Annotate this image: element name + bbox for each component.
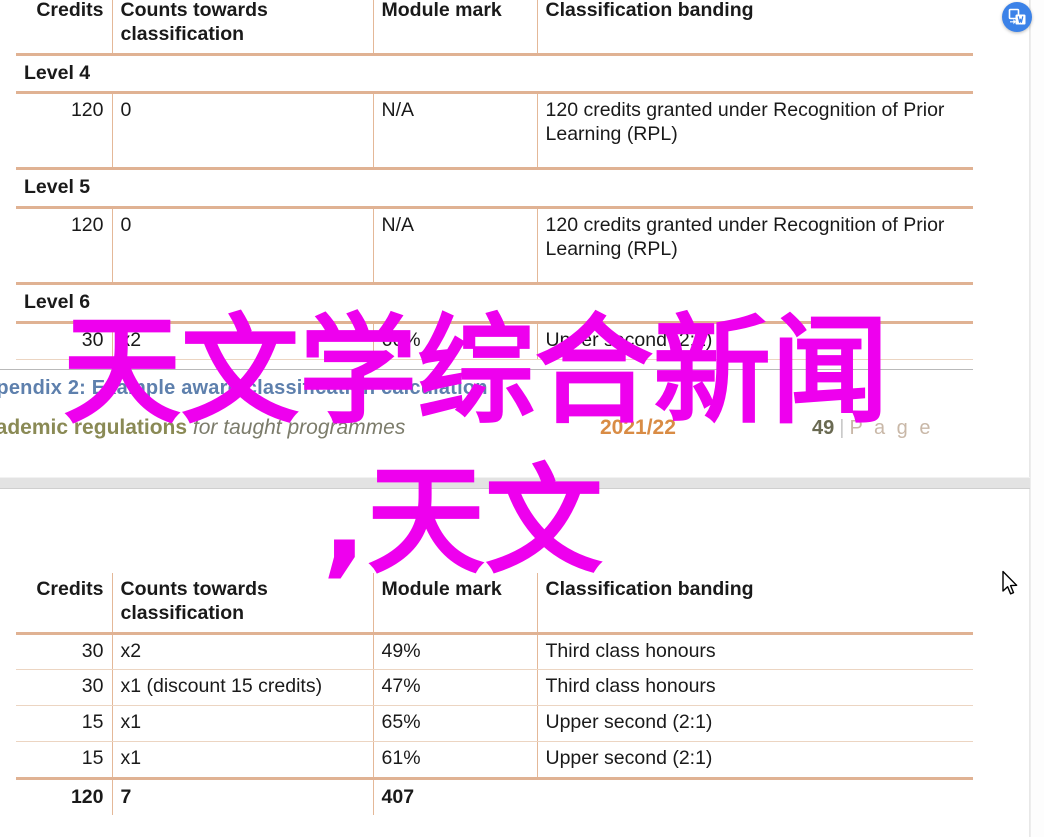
table-row: 30 x1 (discount 15 credits) 47% Third cl… [16, 669, 973, 707]
footer-page-indicator: 49 | P a g e [812, 417, 933, 440]
document-page-upper: Credits Counts towards classification Mo… [0, 0, 1030, 483]
cell-total-counts: 7 [111, 778, 373, 816]
col-header-banding: Classification banding [536, 573, 973, 635]
cell-credits: 30 [16, 669, 112, 707]
cell-module-mark: 61% [372, 741, 537, 780]
classification-table-upper: Credits Counts towards classification Mo… [16, 0, 973, 360]
footer-regulations-bold: cademic regulations [0, 416, 188, 439]
col-header-module-mark: Module mark [372, 573, 537, 635]
cell-banding: Third class honours [536, 669, 973, 707]
cell-module-mark: 49% [372, 633, 537, 671]
page-break-divider [0, 477, 1044, 489]
classification-table-lower: Credits Counts towards classification Mo… [16, 573, 973, 816]
table-header-row: Credits Counts towards classification Mo… [16, 0, 973, 56]
table-total-row: 120 7 407 [16, 778, 973, 816]
level-label: Level 5 [16, 168, 973, 210]
level-label: Level 6 [16, 283, 973, 324]
col-header-credits: Credits [16, 573, 112, 635]
cell-credits: 120 [16, 92, 112, 171]
cell-counts: 0 [111, 92, 373, 171]
table-row: 15 x1 61% Upper second (2:1) [16, 741, 973, 780]
viewer-right-edge [1030, 0, 1044, 837]
table-header-row: Credits Counts towards classification Mo… [16, 573, 973, 635]
document-page-lower: Credits Counts towards classification Mo… [0, 489, 1030, 837]
footer-page-number: 49 [812, 417, 835, 439]
cell-counts: x1 (discount 15 credits) [111, 669, 373, 707]
cell-credits: 15 [16, 705, 112, 742]
cell-counts: x1 [111, 741, 373, 780]
footer-divider [0, 369, 973, 370]
cell-total-credits: 120 [70, 785, 104, 808]
table-row: 120 0 N/A 120 credits granted under Reco… [16, 207, 973, 286]
footer-appendix-title: ppendix 2: Example award classification … [0, 377, 488, 399]
document-viewer[interactable]: Credits Counts towards classification Mo… [0, 0, 1044, 837]
cell-banding: Upper second (2:1) [536, 741, 973, 780]
col-header-counts: Counts towards classification [111, 573, 373, 635]
cell-counts: 0 [111, 207, 373, 286]
footer-regulations-text: cademic regulations for taught programme… [0, 416, 405, 440]
table-row: 120 0 N/A 120 credits granted under Reco… [16, 92, 973, 171]
cell-module-mark: N/A [372, 92, 537, 171]
cell-module-mark: N/A [372, 207, 537, 286]
footer-page-separator: | [839, 417, 845, 439]
table-row: 30 x2 66% Upper second (2:1) [16, 322, 973, 360]
col-header-counts: Counts towards classification [111, 0, 373, 56]
cell-total-banding [537, 778, 973, 815]
cell-banding: 120 credits granted under Recognition of… [536, 207, 973, 286]
cell-counts: x2 [111, 633, 373, 671]
level-label: Level 4 [16, 54, 973, 95]
cell-credits: 30 [16, 322, 112, 360]
footer-page-word: P a g e [849, 417, 934, 439]
level-section-header: Level 6 [16, 283, 973, 324]
level-section-header: Level 4 [16, 54, 973, 95]
mouse-pointer [1001, 570, 1021, 603]
cell-total-module-mark: 407 [372, 778, 537, 816]
cell-banding: 120 credits granted under Recognition of… [536, 92, 973, 171]
cell-credits: 120 [16, 207, 112, 286]
cell-module-mark: 47% [372, 669, 537, 707]
document-convert-icon[interactable] [1002, 2, 1032, 32]
cell-credits: 15 [16, 741, 112, 780]
cell-module-mark: 66% [372, 322, 537, 360]
cell-banding: Upper second (2:1) [536, 705, 973, 742]
table-row: 15 x1 65% Upper second (2:1) [16, 705, 973, 742]
cell-counts: x2 [111, 322, 373, 360]
cell-banding: Third class honours [536, 633, 973, 671]
cell-banding: Upper second (2:1) [536, 322, 973, 360]
table-row: 30 x2 49% Third class honours [16, 633, 973, 671]
level-section-header: Level 5 [16, 168, 973, 210]
cell-counts: x1 [111, 705, 373, 742]
footer-regulations-italic: for taught programmes [187, 416, 406, 439]
cell-module-mark: 65% [372, 705, 537, 742]
col-header-banding: Classification banding [536, 0, 973, 56]
col-header-credits: Credits [16, 0, 112, 56]
cell-credits: 30 [16, 633, 112, 671]
footer-academic-year: 2021/22 [600, 416, 676, 439]
col-header-module-mark: Module mark [372, 0, 537, 56]
